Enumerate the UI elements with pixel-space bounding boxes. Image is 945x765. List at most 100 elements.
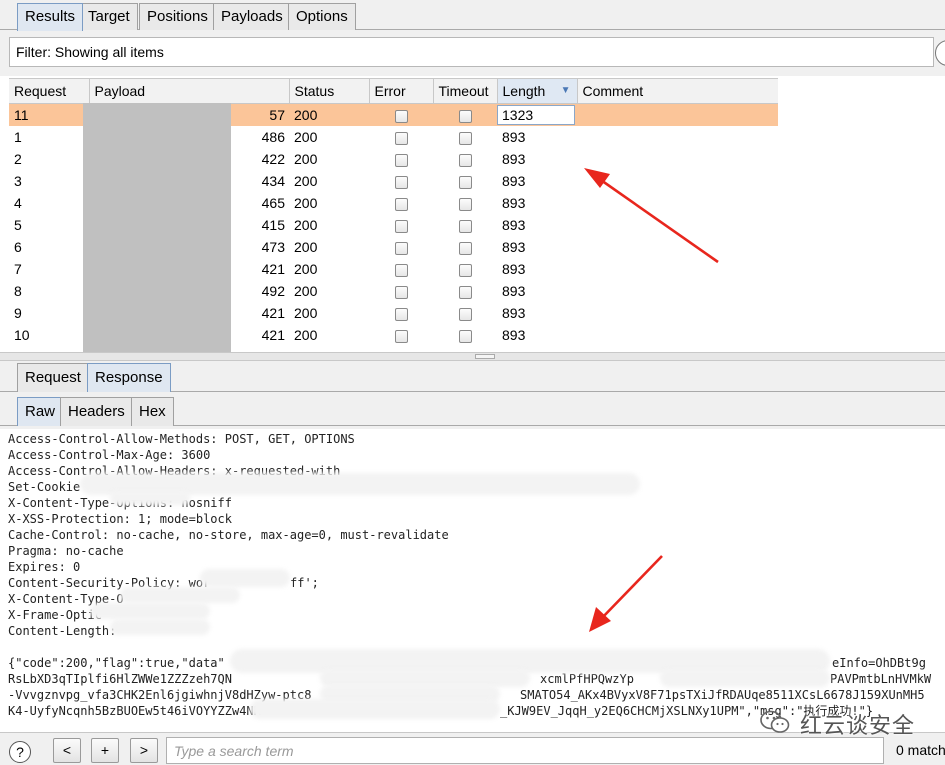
comment-cell xyxy=(577,192,778,214)
error-checkbox[interactable] xyxy=(369,258,433,280)
timeout-checkbox[interactable] xyxy=(433,236,497,258)
search-field[interactable] xyxy=(166,737,884,764)
column-header-error[interactable]: Error xyxy=(369,78,434,104)
timeout-checkbox[interactable] xyxy=(433,214,497,236)
error-checkbox[interactable] xyxy=(369,192,433,214)
request-cell: 7 xyxy=(14,261,22,277)
status-cell: 200 xyxy=(294,283,318,299)
column-header-payload[interactable]: Payload xyxy=(89,78,290,104)
checkbox-icon[interactable] xyxy=(458,329,472,343)
tab-results[interactable]: Results xyxy=(17,3,84,31)
error-checkbox[interactable] xyxy=(369,236,433,258)
error-checkbox[interactable] xyxy=(369,302,433,324)
error-checkbox[interactable] xyxy=(369,148,433,170)
sort-descending-icon: ▼ xyxy=(560,85,571,96)
checkbox-icon[interactable] xyxy=(394,307,408,321)
checkbox-icon[interactable] xyxy=(394,153,408,167)
column-header-comment[interactable]: Comment xyxy=(577,78,779,104)
error-checkbox[interactable] xyxy=(369,324,433,346)
length-cell: 893 xyxy=(502,217,526,233)
tab-target[interactable]: Target xyxy=(80,3,138,30)
length-cell: 893 xyxy=(502,173,526,189)
request-cell: 4 xyxy=(14,195,22,211)
error-checkbox[interactable] xyxy=(369,103,433,126)
error-checkbox[interactable] xyxy=(369,214,433,236)
checkbox-icon[interactable] xyxy=(458,131,472,145)
tab-positions[interactable]: Positions xyxy=(139,3,216,30)
redaction-blur xyxy=(120,587,240,603)
filter-settings-icon[interactable] xyxy=(935,40,945,66)
checkbox-icon[interactable] xyxy=(394,329,408,343)
search-input[interactable] xyxy=(167,738,883,763)
checkbox-icon[interactable] xyxy=(394,263,408,277)
next-match-button[interactable]: > xyxy=(130,738,158,763)
checkbox-icon[interactable] xyxy=(458,307,472,321)
previous-match-button[interactable]: < xyxy=(53,738,81,763)
tab-headers[interactable]: Headers xyxy=(60,397,133,426)
checkbox-icon[interactable] xyxy=(458,153,472,167)
request-cell: 1 xyxy=(14,129,22,145)
column-header-request[interactable]: Request xyxy=(9,78,90,104)
status-cell: 200 xyxy=(294,261,318,277)
checkbox-icon[interactable] xyxy=(394,197,408,211)
timeout-checkbox[interactable] xyxy=(433,258,497,280)
filter-field[interactable]: Filter: Showing all items xyxy=(9,37,934,67)
error-checkbox[interactable] xyxy=(369,126,433,148)
checkbox-icon[interactable] xyxy=(394,109,408,123)
timeout-checkbox[interactable] xyxy=(433,103,497,126)
request-cell: 9 xyxy=(14,305,22,321)
timeout-checkbox[interactable] xyxy=(433,192,497,214)
timeout-checkbox[interactable] xyxy=(433,148,497,170)
checkbox-icon[interactable] xyxy=(394,241,408,255)
length-value: 1323 xyxy=(497,105,575,125)
checkbox-icon[interactable] xyxy=(394,285,408,299)
tab-hex[interactable]: Hex xyxy=(131,397,174,426)
column-header-length-label: Length xyxy=(502,83,546,99)
response-text-area[interactable]: Access-Control-Allow-Methods: POST, GET,… xyxy=(0,429,945,732)
response-line: X-Frame-Optic xyxy=(8,608,102,622)
error-checkbox[interactable] xyxy=(369,170,433,192)
table-empty-area xyxy=(778,78,945,352)
splitter-grip-icon[interactable] xyxy=(475,354,495,359)
add-match-button[interactable]: + xyxy=(91,738,119,763)
checkbox-icon[interactable] xyxy=(458,263,472,277)
checkbox-icon[interactable] xyxy=(458,109,472,123)
tab-response[interactable]: Response xyxy=(87,363,171,392)
tab-raw[interactable]: Raw xyxy=(17,397,64,426)
request-cell: 10 xyxy=(14,327,30,343)
length-cell: 893 xyxy=(502,327,526,343)
comment-cell xyxy=(577,236,778,258)
checkbox-icon[interactable] xyxy=(458,241,472,255)
column-header-length[interactable]: Length ▼ xyxy=(497,78,578,104)
watermark-text: 红云谈安全 xyxy=(800,713,916,738)
timeout-checkbox[interactable] xyxy=(433,280,497,302)
checkbox-icon[interactable] xyxy=(458,285,472,299)
column-header-timeout[interactable]: Timeout xyxy=(433,78,498,104)
timeout-checkbox[interactable] xyxy=(433,302,497,324)
checkbox-icon[interactable] xyxy=(458,219,472,233)
length-cell: 893 xyxy=(502,283,526,299)
checkbox-icon[interactable] xyxy=(394,131,408,145)
tab-payloads[interactable]: Payloads xyxy=(213,3,291,30)
length-cell: 893 xyxy=(502,305,526,321)
tab-request[interactable]: Request xyxy=(17,363,89,392)
checkbox-icon[interactable] xyxy=(458,197,472,211)
timeout-checkbox[interactable] xyxy=(433,126,497,148)
status-cell: 200 xyxy=(294,327,318,343)
comment-cell xyxy=(577,214,778,236)
help-icon[interactable]: ? xyxy=(9,741,31,763)
checkbox-icon[interactable] xyxy=(458,175,472,189)
timeout-checkbox[interactable] xyxy=(433,324,497,346)
checkbox-icon[interactable] xyxy=(394,219,408,233)
response-line: Content-Length: xyxy=(8,624,117,638)
tab-options[interactable]: Options xyxy=(288,3,356,30)
checkbox-icon[interactable] xyxy=(394,175,408,189)
pane-splitter[interactable] xyxy=(0,352,945,361)
request-cell: 6 xyxy=(14,239,22,255)
top-tab-strip: Results Target Positions Payloads Option… xyxy=(0,0,945,31)
filter-bar: Filter: Showing all items xyxy=(0,30,945,76)
error-checkbox[interactable] xyxy=(369,280,433,302)
comment-cell xyxy=(577,280,778,302)
timeout-checkbox[interactable] xyxy=(433,170,497,192)
column-header-status[interactable]: Status xyxy=(289,78,370,104)
